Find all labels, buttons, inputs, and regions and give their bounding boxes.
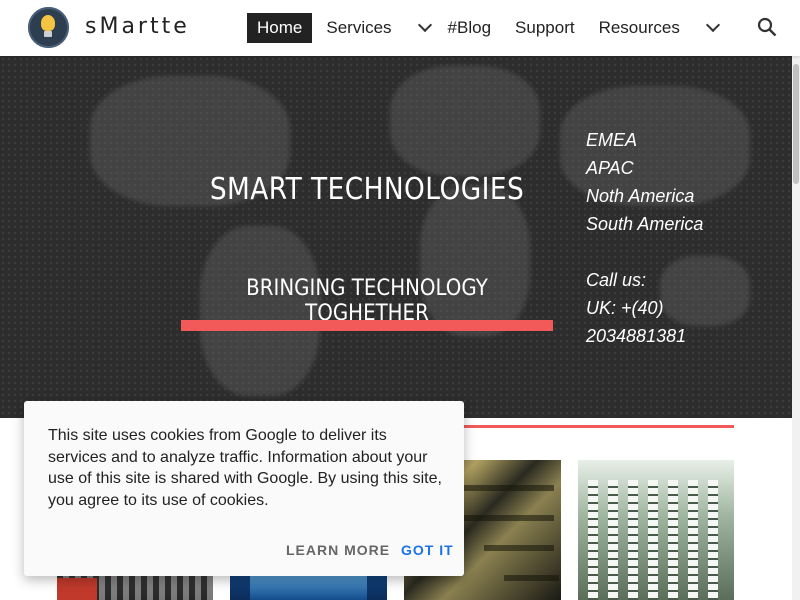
got-it-button[interactable]: GOT IT bbox=[401, 542, 454, 558]
region-emea: EMEA bbox=[586, 130, 638, 150]
learn-more-button[interactable]: LEARN MORE bbox=[286, 542, 390, 558]
scrollbar-thumb[interactable] bbox=[793, 64, 799, 184]
rack-column bbox=[608, 480, 618, 600]
image-card-server-rack[interactable] bbox=[578, 460, 734, 600]
site-header: sMartte Home Services #Blog Support Reso… bbox=[0, 0, 800, 56]
map-shape bbox=[390, 66, 540, 176]
rack-column bbox=[688, 480, 698, 600]
hero-banner: SMART TECHNOLOGIES BRINGING TECHNOLOGY T… bbox=[0, 56, 792, 418]
search-icon[interactable] bbox=[757, 17, 777, 37]
regions-block: EMEA APAC Noth America South America Cal… bbox=[586, 126, 703, 350]
bulb-base bbox=[44, 31, 52, 37]
call-label: Call us: bbox=[586, 270, 647, 290]
rack-column bbox=[708, 480, 718, 600]
cookie-message: This site uses cookies from Google to de… bbox=[48, 427, 442, 509]
hero-title: SMART TECHNOLOGIES bbox=[209, 172, 525, 207]
rack-column bbox=[668, 480, 678, 600]
region-south-america: South America bbox=[586, 214, 704, 234]
hero-subtitle: BRINGING TECHNOLOGY TOGHETHER bbox=[246, 276, 488, 326]
page-scrollbar[interactable] bbox=[792, 56, 800, 600]
cookie-dialog: This site uses cookies from Google to de… bbox=[24, 401, 464, 576]
section-divider bbox=[440, 425, 734, 428]
lightbulb-icon[interactable] bbox=[28, 7, 69, 48]
chip-row bbox=[464, 515, 554, 521]
nav-blog[interactable]: #Blog bbox=[438, 13, 501, 43]
site-title[interactable]: sMartte bbox=[85, 14, 190, 39]
phone-line-2: 2034881381 bbox=[586, 326, 687, 346]
region-north-america: Noth America bbox=[586, 186, 695, 206]
rack-column bbox=[628, 480, 638, 600]
main-nav: Home Services #Blog Support Resources bbox=[247, 13, 726, 43]
region-apac: APAC bbox=[586, 158, 634, 178]
bulb-glass bbox=[41, 15, 55, 31]
chip-row bbox=[504, 575, 559, 581]
red-shape bbox=[57, 578, 97, 600]
nav-support[interactable]: Support bbox=[505, 13, 585, 43]
rack-column bbox=[588, 480, 598, 600]
chip-row bbox=[484, 545, 554, 551]
chevron-down-icon[interactable] bbox=[417, 17, 432, 33]
phone-line-1: UK: +(40) bbox=[586, 298, 664, 318]
nav-home[interactable]: Home bbox=[247, 13, 313, 43]
chevron-down-icon[interactable] bbox=[705, 17, 720, 33]
hero-accent-bar bbox=[181, 320, 553, 331]
rack-column bbox=[648, 480, 658, 600]
nav-resources[interactable]: Resources bbox=[589, 13, 690, 43]
nav-services[interactable]: Services bbox=[316, 13, 401, 43]
